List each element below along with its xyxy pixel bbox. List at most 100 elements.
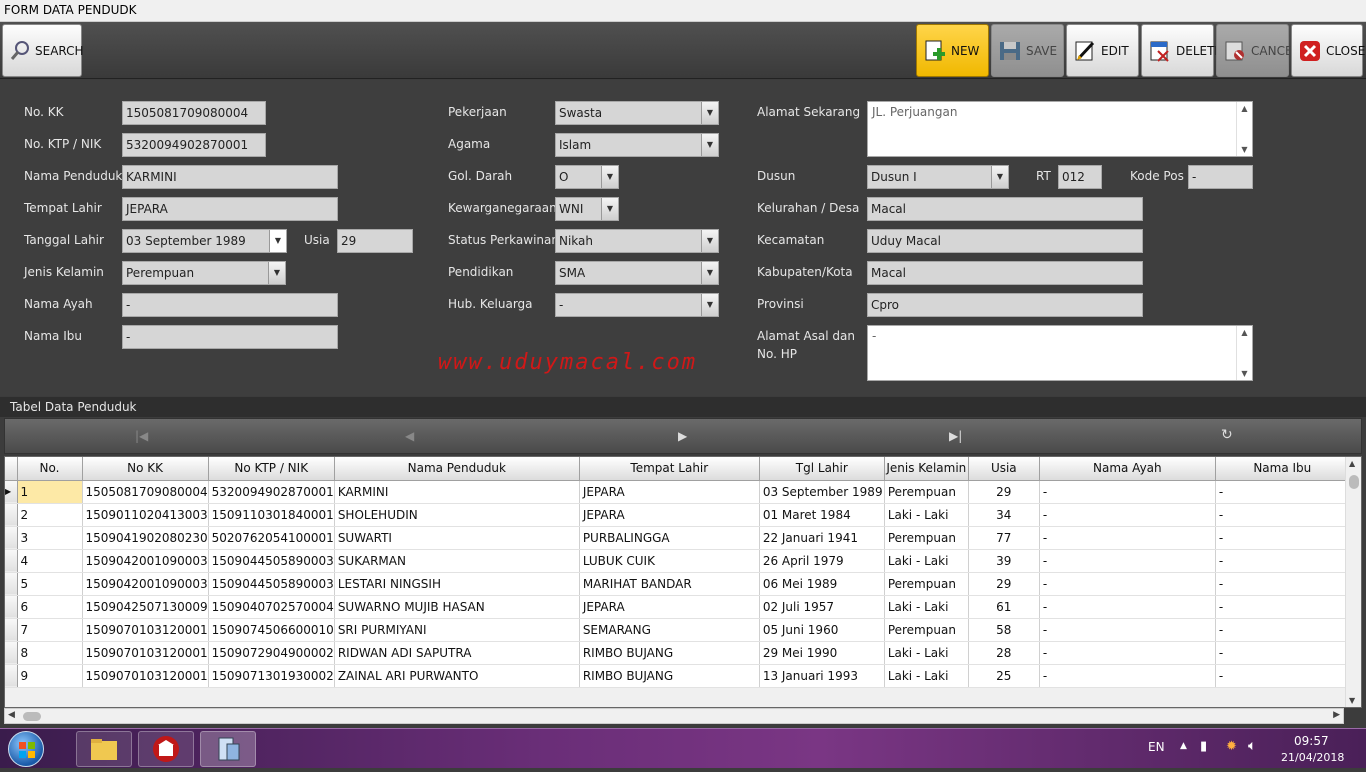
table-row[interactable]: 3 1509041902080230 5020762054100001 SUWARTI… [5, 526, 1350, 550]
table-cell[interactable]: ZAINAL ARI PURWANTO [334, 664, 580, 688]
table-cell[interactable]: - [1039, 503, 1216, 527]
table-cell[interactable]: 3 [17, 526, 83, 550]
scrollbar-thumb[interactable] [1349, 475, 1359, 489]
table-cell[interactable]: 61 [968, 595, 1040, 619]
table-cell[interactable]: 1505081709080004 [82, 480, 209, 504]
column-header[interactable]: Jenis Kelamin [884, 457, 969, 481]
table-cell[interactable]: Laki - Laki [884, 595, 969, 619]
column-header[interactable]: Tempat Lahir [579, 457, 760, 481]
column-header[interactable]: No KTP / NIK [208, 457, 335, 481]
row-selector[interactable] [5, 549, 18, 573]
table-cell[interactable]: - [1215, 595, 1350, 619]
table-cell[interactable]: 01 Maret 1984 [759, 503, 885, 527]
table-cell[interactable]: SUWARNO MUJIB HASAN [334, 595, 580, 619]
table-cell[interactable]: 25 [968, 664, 1040, 688]
table-cell[interactable]: RIMBO BUJANG [579, 664, 760, 688]
chevron-down-icon[interactable]: ▼ [991, 166, 1008, 188]
table-cell[interactable]: 1509044505890003 [208, 572, 335, 596]
column-header[interactable]: No. [17, 457, 83, 481]
column-header[interactable]: Usia [968, 457, 1040, 481]
chevron-down-icon[interactable]: ▼ [601, 198, 618, 220]
table-cell[interactable]: Perempuan [884, 480, 969, 504]
next-record-icon[interactable]: ▶ [678, 429, 687, 443]
table-cell[interactable]: SHOLEHUDIN [334, 503, 580, 527]
table-cell[interactable]: 03 September 1989 [759, 480, 885, 504]
table-cell[interactable]: RIMBO BUJANG [579, 641, 760, 665]
show-hidden-icons-icon[interactable]: ▲ [1180, 741, 1187, 751]
table-cell[interactable]: - [1215, 618, 1350, 642]
kewarganegaraan-select[interactable]: WNI ▼ [555, 197, 619, 221]
new-button[interactable]: NEW [916, 24, 989, 77]
language-indicator[interactable]: EN [1148, 740, 1165, 754]
delete-button[interactable]: DELETE [1141, 24, 1222, 77]
table-cell[interactable]: - [1215, 664, 1350, 688]
no-kk-field[interactable]: 1505081709080004 [122, 101, 266, 125]
taskbar-explorer[interactable] [76, 731, 132, 767]
nama-ayah-field[interactable]: - [122, 293, 338, 317]
chevron-down-icon[interactable]: ▼ [268, 262, 285, 284]
pendidikan-select[interactable]: SMA ▼ [555, 261, 719, 285]
table-row[interactable]: 9 1509070103120001 1509071301930002 ZAINAL … [5, 664, 1350, 688]
tempat-lahir-field[interactable]: JEPARA [122, 197, 338, 221]
chevron-down-icon[interactable]: ▼ [701, 262, 718, 284]
table-cell[interactable]: 1509071301930002 [208, 664, 335, 688]
table-cell[interactable]: 1509041902080230 [82, 526, 209, 550]
table-row[interactable]: 8 1509070103120001 1509072904900002 RIDWAN … [5, 641, 1350, 665]
textarea-scrollbar[interactable]: ▲ ▼ [1236, 326, 1252, 380]
provinsi-field[interactable]: Cpro [867, 293, 1143, 317]
action-center-icon[interactable]: ✹ [1226, 739, 1237, 754]
scroll-left-icon[interactable]: ◀ [8, 710, 15, 720]
taskbar-app-active[interactable] [200, 731, 256, 767]
table-cell[interactable]: SUKARMAN [334, 549, 580, 573]
table-cell[interactable]: Perempuan [884, 572, 969, 596]
table-cell[interactable]: KARMINI [334, 480, 580, 504]
row-selector[interactable]: ▶ [5, 480, 18, 504]
hub-keluarga-select[interactable]: - ▼ [555, 293, 719, 317]
scroll-right-icon[interactable]: ▶ [1333, 710, 1340, 720]
table-cell[interactable]: 1509042001090003 [82, 572, 209, 596]
table-row[interactable]: 4 1509042001090003 1509044505890003 SUKARMA… [5, 549, 1350, 573]
clock-time[interactable]: 09:57 [1294, 734, 1329, 748]
table-cell[interactable]: RIDWAN ADI SAPUTRA [334, 641, 580, 665]
table-row[interactable]: 7 1509070103120001 1509074506600010 SRI PUR… [5, 618, 1350, 642]
table-cell[interactable]: 1 [17, 480, 83, 504]
column-header[interactable]: No KK [82, 457, 209, 481]
table-cell[interactable]: 7 [17, 618, 83, 642]
save-button[interactable]: SAVE [991, 24, 1064, 77]
table-cell[interactable]: 6 [17, 595, 83, 619]
table-row[interactable]: 2 1509011020413003 1509110301840001 SHOLEHU… [5, 503, 1350, 527]
close-button[interactable]: CLOSE [1291, 24, 1365, 77]
table-cell[interactable]: - [1039, 549, 1216, 573]
table-row[interactable]: 6 1509042507130009 1509040702570004 SUWARNO… [5, 595, 1350, 619]
taskbar-app-red[interactable] [138, 731, 194, 767]
table-cell[interactable]: JEPARA [579, 480, 760, 504]
refresh-icon[interactable]: ↻ [1221, 427, 1233, 443]
nama-ibu-field[interactable]: - [122, 325, 338, 349]
table-cell[interactable]: - [1215, 572, 1350, 596]
table-row[interactable]: 5 1509042001090003 1509044505890003 LESTARI… [5, 572, 1350, 596]
table-cell[interactable]: 1509074506600010 [208, 618, 335, 642]
kelurahan-field[interactable]: Macal [867, 197, 1143, 221]
chevron-down-icon[interactable]: ▼ [701, 134, 718, 156]
table-cell[interactable]: 8 [17, 641, 83, 665]
table-cell[interactable]: - [1215, 526, 1350, 550]
table-cell[interactable]: LUBUK CUIK [579, 549, 760, 573]
edit-button[interactable]: EDIT [1066, 24, 1139, 77]
row-selector[interactable] [5, 503, 18, 527]
table-cell[interactable]: 58 [968, 618, 1040, 642]
agama-select[interactable]: Islam ▼ [555, 133, 719, 157]
chevron-down-icon[interactable]: ▼ [601, 166, 618, 188]
table-cell[interactable]: 5320094902870001 [208, 480, 335, 504]
start-button[interactable] [8, 731, 44, 767]
table-cell[interactable]: - [1215, 503, 1350, 527]
table-cell[interactable]: 1509011020413003 [82, 503, 209, 527]
table-cell[interactable]: 1509042001090003 [82, 549, 209, 573]
table-cell[interactable]: 28 [968, 641, 1040, 665]
calendar-dropdown-icon[interactable]: ▼ [269, 230, 286, 252]
textarea-scrollbar[interactable]: ▲ ▼ [1236, 102, 1252, 156]
table-cell[interactable]: - [1039, 480, 1216, 504]
table-cell[interactable]: 22 Januari 1941 [759, 526, 885, 550]
table-cell[interactable]: - [1215, 480, 1350, 504]
column-header[interactable]: Tgl Lahir [759, 457, 885, 481]
rt-field[interactable]: 012 [1058, 165, 1102, 189]
